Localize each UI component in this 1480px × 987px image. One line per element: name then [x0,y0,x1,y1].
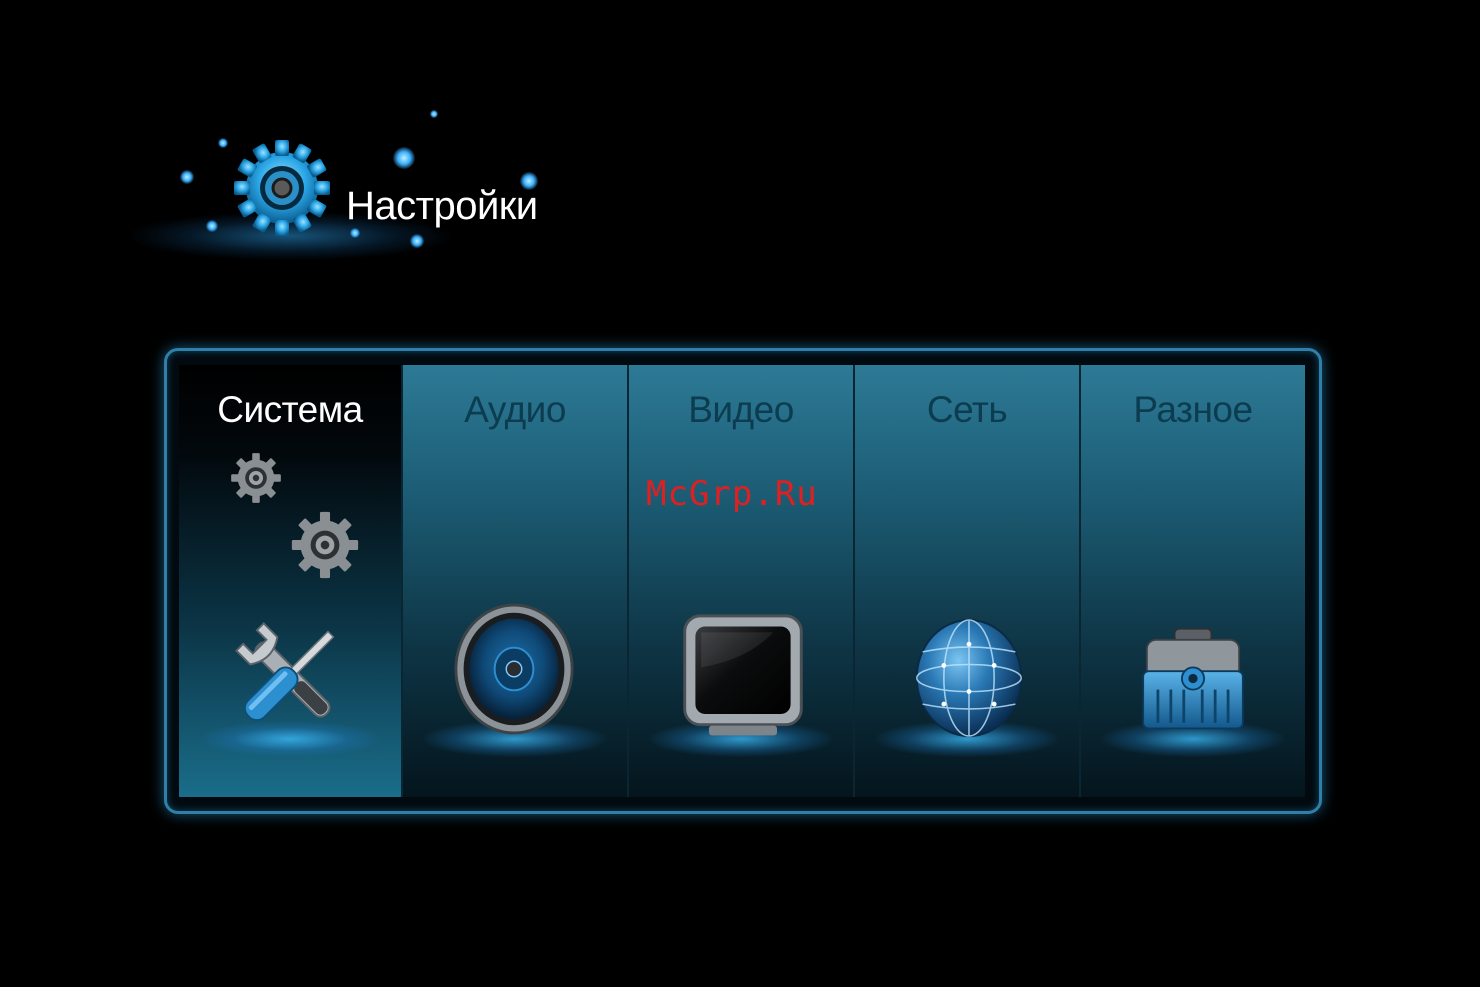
tab-network[interactable]: Сеть [853,365,1079,797]
page-title: Настройки [346,184,538,228]
tab-video[interactable]: Видео [627,365,853,797]
tab-label: Аудио [464,389,566,430]
sparkle [410,234,424,248]
sparkle [180,170,194,184]
watermark: McGrp.Ru [646,474,818,514]
page-header: Настройки [110,100,590,290]
tab-label: Сеть [926,389,1008,430]
settings-panel: Система Аудио Видео Сеть Разное [164,348,1322,814]
tab-label: Видео [688,389,794,430]
tab-misc[interactable]: Разное [1079,365,1305,797]
monitor-icon [683,614,803,736]
tab-label: Система [217,389,363,430]
tools-icon [235,622,335,722]
toolbox-icon [1142,627,1244,730]
sparkle [218,138,228,148]
sparkle [393,147,415,169]
tab-system[interactable]: Система [179,365,401,797]
gear-icon [232,138,332,238]
small-gear-icon [229,451,283,505]
speaker-icon [454,603,574,735]
globe-icon [915,619,1023,737]
tab-label: Разное [1133,389,1253,430]
tab-audio[interactable]: Аудио [401,365,627,797]
settings-tabs: Система Аудио Видео Сеть Разное [179,365,1307,797]
sparkle [350,228,360,238]
sparkle [430,110,438,118]
sparkle [206,220,218,232]
small-gear-icon [289,509,361,581]
